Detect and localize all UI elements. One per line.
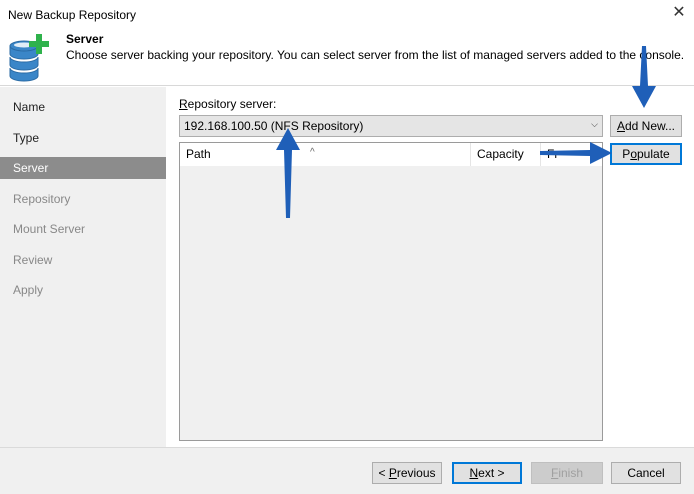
annotation-arrow-up [276,128,300,218]
annotation-arrow-right [540,142,612,164]
annotation-arrows [276,46,656,218]
annotation-arrow-down [632,46,656,108]
